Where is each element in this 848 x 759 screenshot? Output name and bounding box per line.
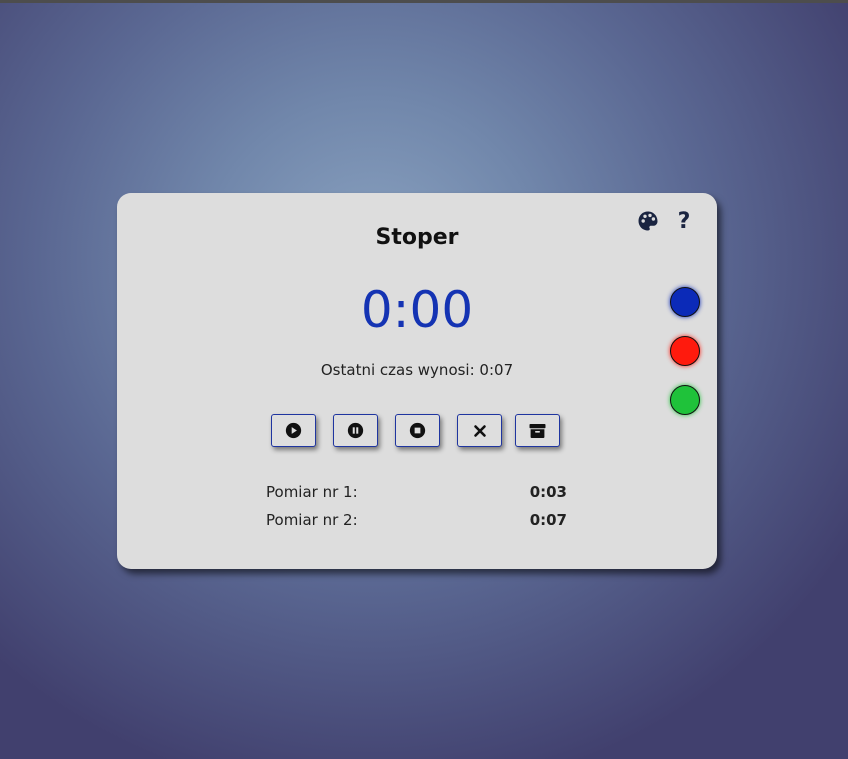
reset-button[interactable] (457, 414, 502, 447)
color-swatch-green[interactable] (670, 385, 700, 415)
pause-icon (347, 422, 364, 439)
play-icon (285, 422, 302, 439)
measurement-row: Pomiar nr 1: 0:03 (266, 483, 567, 505)
stopwatch-card: ? Stoper 0:00 Ostatni czas wynosi: 0:07 (117, 193, 717, 569)
color-swatch-blue[interactable] (670, 287, 700, 317)
stop-button[interactable] (395, 414, 440, 447)
measurement-label: Pomiar nr 1: (266, 483, 358, 501)
archive-button[interactable] (515, 414, 560, 447)
close-icon (473, 424, 486, 437)
window-top-border (0, 0, 848, 3)
color-swatch-red[interactable] (670, 336, 700, 366)
start-button[interactable] (271, 414, 316, 447)
last-time-text: Ostatni czas wynosi: 0:07 (320, 361, 514, 379)
page-title: Stoper (375, 225, 459, 250)
control-buttons (117, 414, 717, 450)
archive-icon (529, 423, 546, 438)
timer-display: 0:00 (360, 281, 474, 339)
measurement-label: Pomiar nr 2: (266, 511, 358, 529)
measurement-value: 0:07 (529, 511, 567, 529)
stop-icon (409, 422, 426, 439)
measurement-row: Pomiar nr 2: 0:07 (266, 511, 567, 533)
measurement-value: 0:03 (529, 483, 567, 501)
pause-button[interactable] (333, 414, 378, 447)
